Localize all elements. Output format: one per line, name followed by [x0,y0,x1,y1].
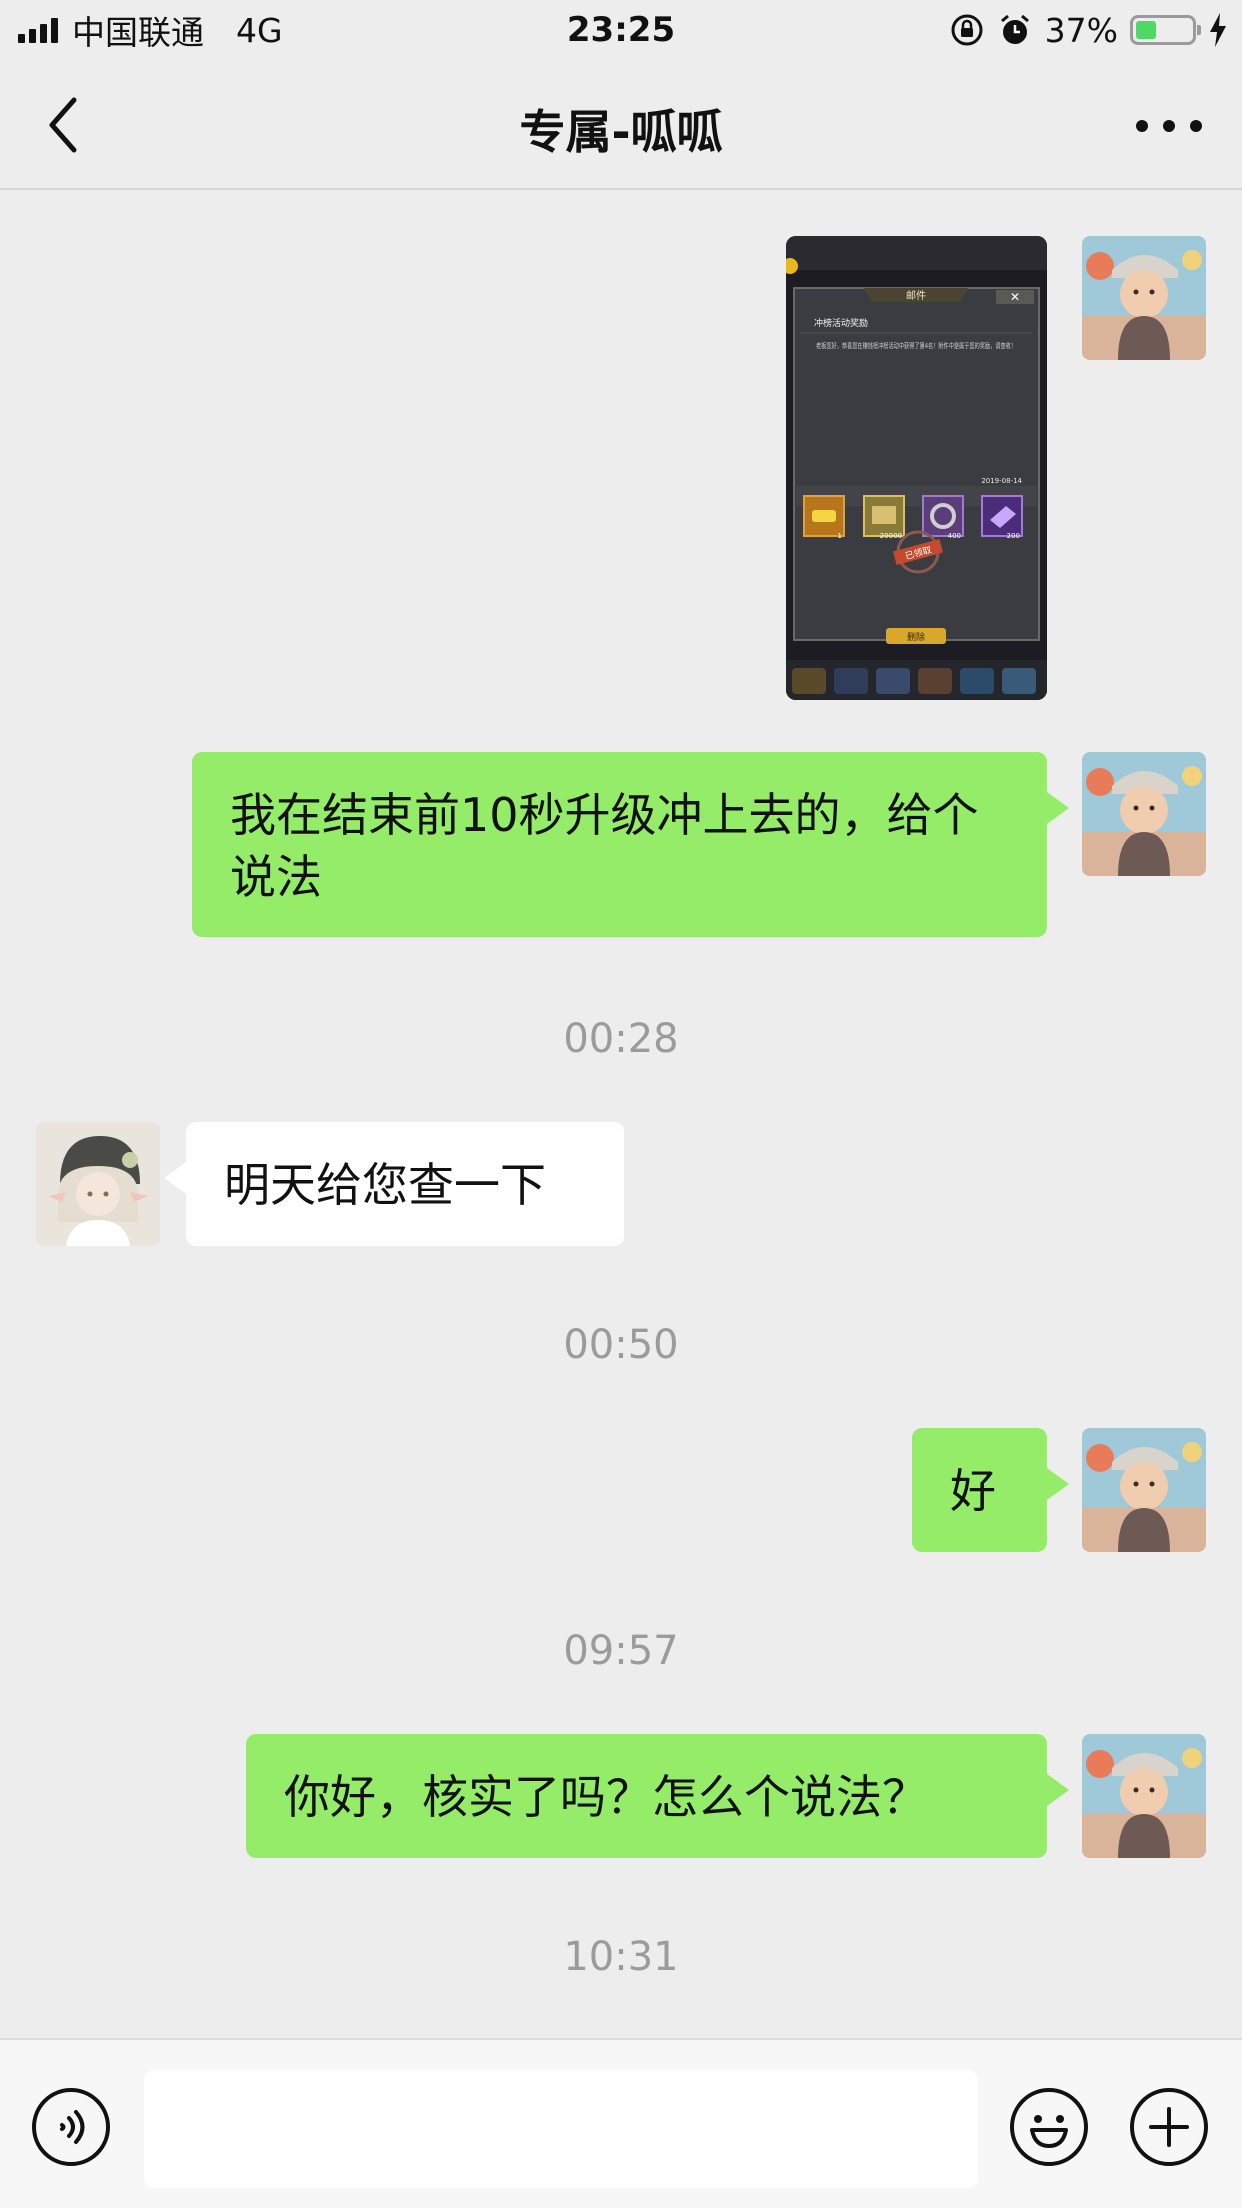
input-bar [0,2038,1242,2208]
item-count-2: 20000 [880,532,902,540]
message-text: 你好，核实了吗？怎么个说法？ [284,1770,928,1824]
battery-icon [1130,15,1201,45]
item-count-1: 1 [838,532,842,540]
mail-header: 邮件 [906,289,926,302]
message-text: 明天给您查一下 [224,1158,546,1212]
mail-subject: 冲榜活动奖励 [814,317,868,329]
my-avatar[interactable] [1082,1428,1206,1552]
my-message-bubble[interactable]: 你好，核实了吗？怎么个说法？ [246,1734,1069,1858]
timestamp: 00:28 [563,1016,679,1062]
nav-bar: 专属-呱呱 [0,62,1242,190]
more-icon[interactable] [1136,102,1202,150]
svg-text:✕: ✕ [1010,290,1020,304]
item-count-3: 400 [948,532,961,540]
game-mail-screenshot: 邮件 ✕ 冲榜活动奖励 老板您好，恭喜您在赚钱榜冲榜活动中获得了第4名！附件中是… [786,236,1047,700]
my-message-bubble[interactable]: 好 [912,1428,1069,1552]
message-text: 我在结束前10秒升级冲上去的，给个说法 [230,788,979,904]
item-count-4: 200 [1007,532,1020,540]
chat-title: 专属-呱呱 [519,105,723,159]
emoji-icon[interactable] [1010,2088,1088,2166]
voice-icon[interactable] [32,2088,110,2166]
charging-icon [1210,13,1226,47]
my-avatar[interactable] [1082,752,1206,876]
timestamp: 09:57 [563,1628,679,1674]
mail-body: 老板您好，恭喜您在赚钱榜冲榜活动中获得了第4名！附件中是属于您的奖励，请查收！ [816,341,1016,350]
message-input[interactable] [144,2070,978,2188]
my-avatar[interactable] [1082,236,1206,360]
status-bar: 中国联通 4G 23:25 37% [0,0,1242,62]
message-text: 好 [950,1464,996,1518]
alarm-icon [1000,14,1029,44]
rotation-lock-icon [951,14,983,46]
mail-date: 2019-08-14 [981,477,1022,485]
contact-message-bubble[interactable]: 明天给您查一下 [164,1122,624,1246]
plus-icon[interactable] [1130,2088,1208,2166]
chat-area[interactable]: 邮件 ✕ 冲榜活动奖励 老板您好，恭喜您在赚钱榜冲榜活动中获得了第4名！附件中是… [0,190,1242,2038]
my-avatar[interactable] [1082,1734,1206,1858]
timestamp: 10:31 [563,1934,679,1980]
image-message[interactable]: 邮件 ✕ 冲榜活动奖励 老板您好，恭喜您在赚钱榜冲榜活动中获得了第4名！附件中是… [786,236,1047,700]
status-right: 37% [949,10,1228,50]
battery-percent: 37% [1044,10,1118,50]
contact-avatar[interactable] [36,1122,160,1246]
my-message-bubble[interactable]: 我在结束前10秒升级冲上去的，给个说法 [192,752,1069,937]
timestamp: 00:50 [563,1322,679,1368]
delete-button-label: 删除 [907,631,925,643]
